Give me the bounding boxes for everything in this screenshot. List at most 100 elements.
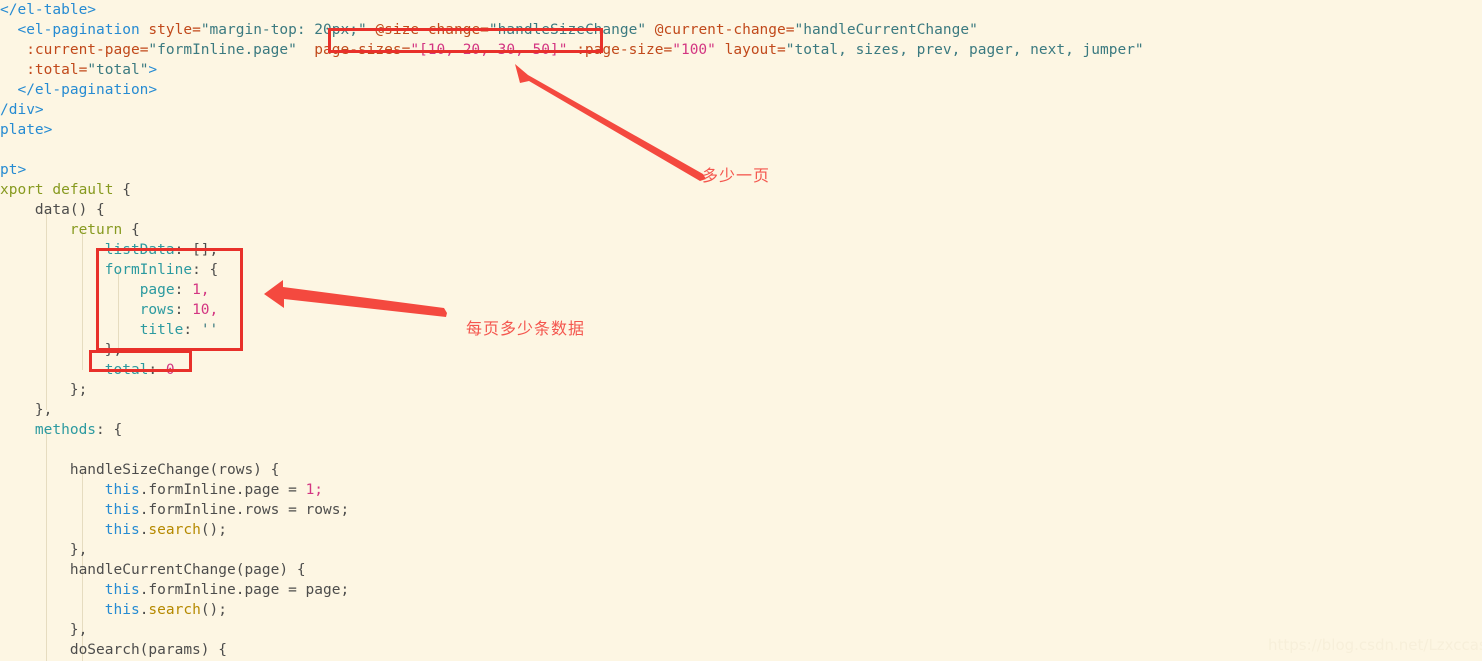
code-token-fn-dosearch: doSearch(params) — [69, 642, 210, 658]
code-token-brace: { — [113, 422, 123, 438]
code-colon: : — [148, 362, 166, 378]
code-token-brace: { — [218, 642, 227, 658]
code-token-prop-total: total — [104, 362, 149, 378]
code-token-val-total: "total" — [87, 62, 149, 78]
code-line: pt> — [0, 160, 26, 180]
code-colon: : — [96, 422, 114, 438]
code-token-prop-page: page — [139, 282, 175, 298]
code-line: this.formInline.rows = rows; — [0, 500, 349, 520]
code-token-this: this — [104, 582, 140, 598]
code-token-attr-page-sizes: page-sizes= — [314, 42, 411, 58]
code-token-template-close: plate> — [0, 122, 53, 138]
code-line: /div> — [0, 100, 44, 120]
code-token-brace: { — [209, 262, 219, 278]
code-token-div-close: /div> — [0, 102, 44, 118]
code-line: methods: { — [0, 420, 122, 440]
code-line: data() { — [0, 200, 105, 220]
code-token-val-rows: 10, — [192, 302, 219, 318]
code-token-tag: </el-table> — [0, 2, 97, 18]
code-token-attr-size-change: @size-change= — [375, 22, 489, 38]
code-token-val-current-change: "handleCurrentChange" — [794, 22, 978, 38]
code-line: </el-pagination> — [0, 80, 157, 100]
code-line: rows: 10, — [0, 300, 219, 320]
code-colon: : — [174, 302, 193, 318]
code-line: :total="total"> — [0, 60, 157, 80]
code-token-script-open: pt> — [0, 162, 27, 178]
code-token-open-tag: <el-pagination — [17, 22, 140, 38]
code-token-brace: { — [270, 462, 280, 478]
code-token-prop-title: title — [139, 322, 184, 338]
code-token-tail: (); — [200, 522, 228, 538]
code-token-brace: { — [296, 562, 306, 578]
code-token-val-page-sizes: "[10, 20, 30, 50]" — [410, 42, 568, 58]
code-colon: : — [183, 322, 201, 338]
code-token-val-total: 0 — [165, 362, 175, 378]
code-line: }, — [0, 400, 52, 420]
code-token-export-default: xport default — [0, 182, 114, 198]
code-token-this: this — [104, 502, 140, 518]
code-line: this.search(); — [0, 600, 227, 620]
code-line: title: '' — [0, 320, 219, 340]
code-colon: : — [192, 262, 210, 278]
code-token-fn-search: search — [148, 522, 201, 538]
code-token-val-listdata: [], — [192, 242, 219, 258]
code-token-attr-current-change: @current-change= — [654, 22, 795, 38]
code-line: page: 1, — [0, 280, 210, 300]
code-line: handleSizeChange(rows) { — [0, 460, 280, 480]
code-token-attr-total: :total= — [26, 62, 88, 78]
code-token-brace: { — [130, 222, 140, 238]
code-line: }, — [0, 340, 122, 360]
code-line: total: 0 — [0, 360, 175, 380]
code-line: listData: [], — [0, 240, 219, 260]
code-line: }; — [0, 380, 87, 400]
code-token-prop-listdata: listData — [104, 242, 175, 258]
code-token-data-fn: data() — [34, 202, 88, 218]
code-token-val-style: "margin-top: 20px;" — [200, 22, 367, 38]
code-colon: : — [174, 282, 193, 298]
code-line: }, — [0, 540, 87, 560]
code-line: doSearch(params) { — [0, 640, 227, 660]
code-line: xport default { — [0, 180, 131, 200]
code-colon: : — [174, 242, 193, 258]
code-token-this: this — [104, 602, 140, 618]
source-code[interactable]: </el-table> <el-pagination style="margin… — [0, 0, 1482, 661]
code-token-this: this — [104, 482, 140, 498]
code-token-fn-search: search — [148, 602, 201, 618]
code-token-brace-close: }, — [69, 542, 88, 558]
code-token-val-current-page: "formInline.page" — [148, 42, 297, 58]
code-line: </el-table> — [0, 0, 96, 20]
code-token-path: .formInline.page = page; — [139, 582, 350, 598]
code-line: formInline: { — [0, 260, 219, 280]
code-token-brace-close: }, — [69, 622, 88, 638]
code-token-close-tag: </el-pagination> — [17, 82, 158, 98]
code-token-path: .formInline.page = — [139, 482, 306, 498]
code-line: <el-pagination style="margin-top: 20px;"… — [0, 20, 978, 40]
code-token-val-page-size: "100" — [672, 42, 716, 58]
code-token-val-size-change: "handleSizeChange" — [488, 22, 647, 38]
code-line: this.search(); — [0, 520, 227, 540]
code-line: :current-page="formInline.page" page-siz… — [0, 40, 1143, 60]
code-token-return: return — [69, 222, 123, 238]
